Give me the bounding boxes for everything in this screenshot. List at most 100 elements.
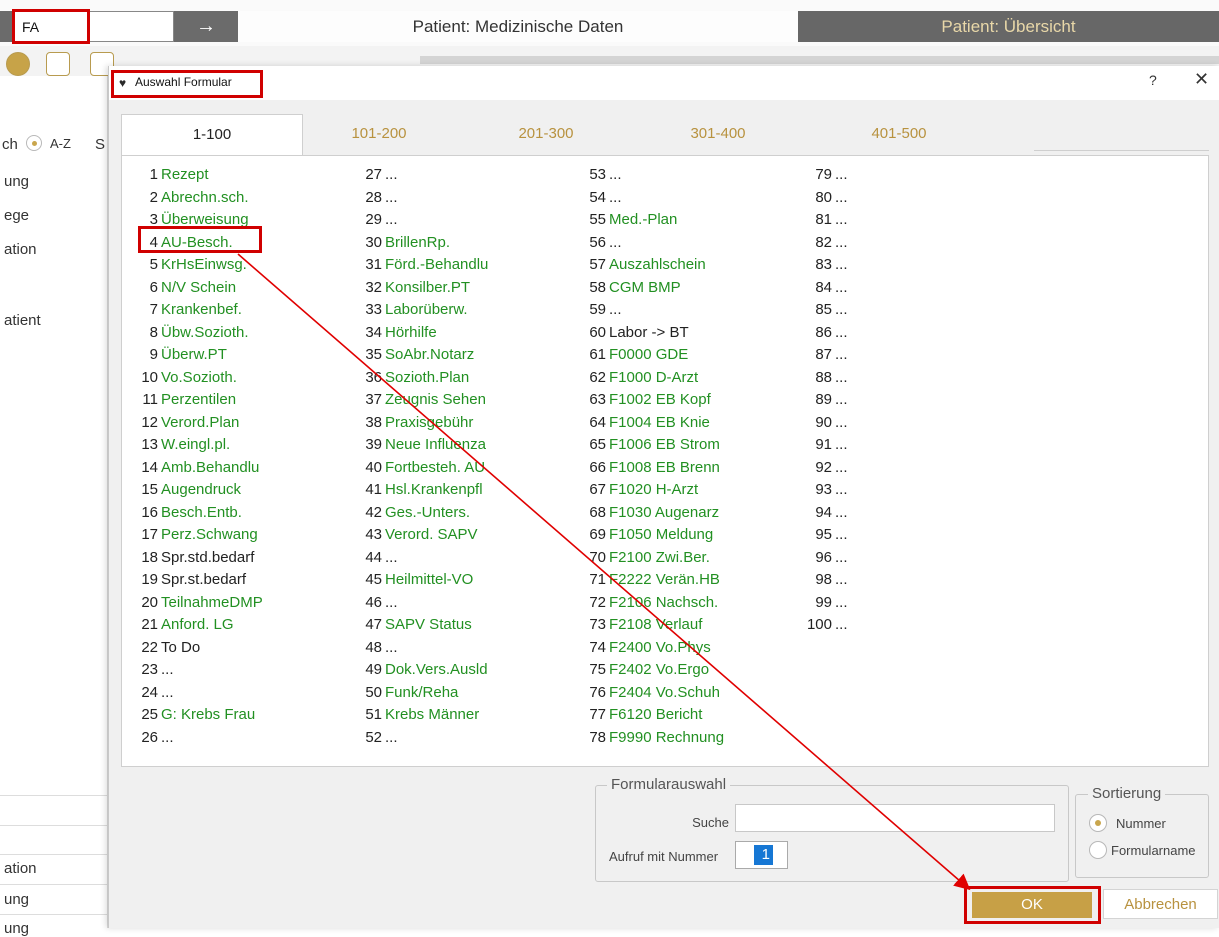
form-item[interactable]: 30 BrillenRp. (360, 232, 488, 255)
form-item[interactable]: 57 Auszahlschein (584, 254, 724, 277)
form-item[interactable]: 75 F2402 Vo.Ergo (584, 659, 724, 682)
form-item[interactable]: 58 CGM BMP (584, 277, 724, 300)
form-item[interactable]: 73 F2108 Verlauf (584, 614, 724, 637)
form-item[interactable]: 22 To Do (136, 637, 263, 660)
cancel-button[interactable]: Abbrechen (1103, 889, 1218, 919)
form-item[interactable]: 94... (804, 502, 847, 525)
tab-201-300[interactable]: 201-300 (486, 114, 606, 154)
form-item[interactable]: 9 Überw.PT (136, 344, 263, 367)
form-item[interactable]: 46... (360, 592, 488, 615)
form-item[interactable]: 93... (804, 479, 847, 502)
sort-nummer-radio[interactable] (1089, 814, 1107, 832)
form-item[interactable]: 63 F1002 EB Kopf (584, 389, 724, 412)
help-button[interactable]: ? (1149, 72, 1157, 88)
form-item[interactable]: 21 Anford. LG (136, 614, 263, 637)
form-item[interactable]: 100... (804, 614, 848, 637)
form-item[interactable]: 87... (804, 344, 847, 367)
form-item[interactable]: 72 F2106 Nachsch. (584, 592, 724, 615)
form-item[interactable]: 70 F2100 Zwi.Ber. (584, 547, 724, 570)
form-item[interactable]: 85... (804, 299, 847, 322)
form-item[interactable]: 36 Sozioth.Plan (360, 367, 488, 390)
form-item[interactable]: 55 Med.-Plan (584, 209, 724, 232)
form-item[interactable]: 14 Amb.Behandlu (136, 457, 263, 480)
form-item[interactable]: 24... (136, 682, 263, 705)
form-item[interactable]: 62 F1000 D-Arzt (584, 367, 724, 390)
form-item[interactable]: 64 F1004 EB Knie (584, 412, 724, 435)
form-item[interactable]: 76 F2404 Vo.Schuh (584, 682, 724, 705)
go-arrow-button[interactable]: → (174, 11, 238, 42)
form-item[interactable]: 99... (804, 592, 847, 615)
form-item[interactable]: 86... (804, 322, 847, 345)
form-item[interactable]: 40 Fortbesteh. AU (360, 457, 488, 480)
cgm-icon[interactable] (6, 52, 30, 76)
sort-formularname-radio[interactable] (1089, 841, 1107, 859)
form-item[interactable]: 33 Laborüberw. (360, 299, 488, 322)
form-item[interactable]: 18 Spr.std.bedarf (136, 547, 263, 570)
form-item[interactable]: 60 Labor -> BT (584, 322, 724, 345)
form-item[interactable]: 35 SoAbr.Notarz (360, 344, 488, 367)
left-bottom-item[interactable]: ation (4, 860, 37, 877)
form-item[interactable]: 54... (584, 187, 724, 210)
form-item[interactable]: 41 Hsl.Krankenpfl (360, 479, 488, 502)
form-item[interactable]: 77 F6120 Bericht (584, 704, 724, 727)
ok-button[interactable]: OK (972, 892, 1092, 918)
form-item[interactable]: 28... (360, 187, 488, 210)
tab-101-200[interactable]: 101-200 (319, 114, 439, 154)
form-item[interactable]: 5 KrHsEinwsg. (136, 254, 263, 277)
tab-401-500[interactable]: 401-500 (839, 114, 959, 154)
form-item[interactable]: 90... (804, 412, 847, 435)
form-item[interactable]: 44... (360, 547, 488, 570)
form-item[interactable]: 68 F1030 Augenarz (584, 502, 724, 525)
form-item[interactable]: 19 Spr.st.bedarf (136, 569, 263, 592)
search-input[interactable] (735, 804, 1055, 832)
form-item[interactable]: 42 Ges.-Unters. (360, 502, 488, 525)
form-item[interactable]: 15 Augendruck (136, 479, 263, 502)
form-item[interactable]: 20 TeilnahmeDMP (136, 592, 262, 615)
tab-medical-data[interactable]: Patient: Medizinische Daten (238, 11, 798, 42)
form-item[interactable]: 56... (584, 232, 724, 255)
form-item[interactable]: 83... (804, 254, 847, 277)
form-item[interactable]: 78 F9990 Rechnung (584, 727, 724, 750)
form-item[interactable]: 71 F2222 Verän.HB (584, 569, 724, 592)
form-item[interactable]: 6 N/V Schein (136, 277, 263, 300)
form-item[interactable]: 34 Hörhilfe (360, 322, 488, 345)
form-item[interactable]: 26... (136, 727, 263, 750)
left-item[interactable]: atient (4, 312, 41, 329)
hand-icon[interactable] (46, 52, 70, 76)
form-item[interactable]: 8 Übw.Sozioth. (136, 322, 263, 345)
form-item[interactable]: 81... (804, 209, 847, 232)
left-item[interactable]: ung (4, 173, 29, 190)
form-item[interactable]: 23... (136, 659, 263, 682)
form-item[interactable]: 43 Verord. SAPV (360, 524, 488, 547)
form-item[interactable]: 38 Praxisgebühr (360, 412, 488, 435)
form-item[interactable]: 47 SAPV Status (360, 614, 488, 637)
form-item[interactable]: 53... (584, 164, 724, 187)
left-bottom-item[interactable]: ung (4, 891, 29, 908)
form-item[interactable]: 50 Funk/Reha (360, 682, 488, 705)
form-item[interactable]: 88... (804, 367, 847, 390)
form-item[interactable]: 31 Förd.-Behandlu (360, 254, 488, 277)
left-item[interactable]: ege (4, 207, 29, 224)
form-item[interactable]: 11 Perzentilen (136, 389, 263, 412)
form-item[interactable]: 79... (804, 164, 847, 187)
form-item[interactable]: 32 Konsilber.PT (360, 277, 488, 300)
left-bottom-item[interactable]: ung (4, 920, 29, 937)
form-item[interactable]: 84... (804, 277, 847, 300)
left-item[interactable]: ation (4, 241, 37, 258)
number-input-value[interactable]: 1 (754, 845, 773, 865)
form-item[interactable]: 45 Heilmittel-VO (360, 569, 488, 592)
form-item[interactable]: 49 Dok.Vers.Ausld (360, 659, 488, 682)
form-item[interactable]: 69 F1050 Meldung (584, 524, 724, 547)
form-item[interactable]: 91... (804, 434, 847, 457)
form-item[interactable]: 89... (804, 389, 847, 412)
form-item[interactable]: 59... (584, 299, 724, 322)
form-item[interactable]: 66 F1008 EB Brenn (584, 457, 724, 480)
form-item[interactable]: 92... (804, 457, 847, 480)
form-item[interactable]: 65 F1006 EB Strom (584, 434, 724, 457)
form-item[interactable]: 74 F2400 Vo.Phys (584, 637, 724, 660)
form-item[interactable]: 52... (360, 727, 488, 750)
tab-1-100[interactable]: 1-100 (121, 114, 303, 156)
tab-patient-overview[interactable]: Patient: Übersicht (798, 11, 1219, 42)
form-item[interactable]: 39 Neue Influenza (360, 434, 488, 457)
form-item[interactable]: 51 Krebs Männer (360, 704, 488, 727)
